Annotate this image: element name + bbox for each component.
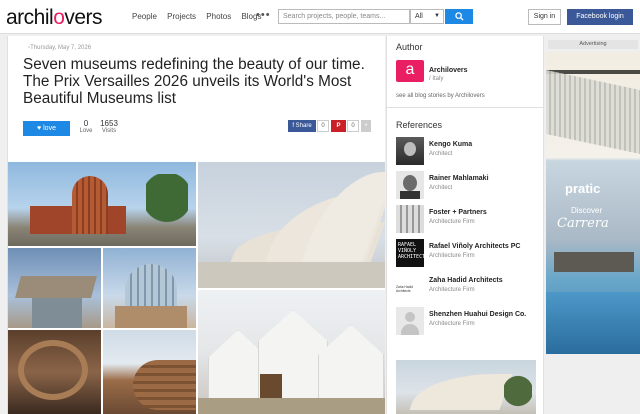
avatar <box>396 137 424 165</box>
avatar: RAFAEL VIÑOLY ARCHITECTS <box>396 239 424 267</box>
main-nav: People Projects Photos Blogs <box>132 12 269 21</box>
ad-discover-text: Discover <box>571 206 603 215</box>
facebook-share-count: 0 <box>317 120 329 132</box>
top-bar: archilovers People Projects Photos Blogs… <box>0 0 640 34</box>
search-icon <box>454 12 464 21</box>
avatar <box>396 307 424 335</box>
divider <box>387 107 543 108</box>
pinterest-icon[interactable]: P <box>331 120 346 132</box>
sidebar: Author a Archilovers / Italy see all blo… <box>386 36 544 414</box>
search-input[interactable]: Search projects, people, teams... <box>278 9 410 24</box>
filter-value: All <box>415 13 423 20</box>
more-menu-icon[interactable]: ••• <box>256 9 271 21</box>
references-heading: References <box>396 120 443 130</box>
photo-museum-sails[interactable] <box>198 162 385 288</box>
avatar: Zaha Hadid Architects <box>396 273 424 301</box>
more-share-icon[interactable]: + <box>361 120 371 132</box>
article-title: Seven museums redefining the beauty of o… <box>23 56 365 107</box>
reference-item[interactable]: Foster + Partners Architecture Firm <box>396 205 541 235</box>
photo-museum-brick-tower[interactable] <box>8 162 196 246</box>
photo-museum-cantilever[interactable] <box>8 248 101 328</box>
love-stat: 0 Love <box>79 119 93 134</box>
avatar <box>396 205 424 233</box>
site-logo[interactable]: archilovers <box>6 6 103 30</box>
photo-museum-dome[interactable] <box>103 248 196 328</box>
nav-people[interactable]: People <box>132 12 157 21</box>
photo-museum-interior[interactable] <box>8 330 101 414</box>
visits-stat: 1653 Visits <box>100 119 118 134</box>
advertising-label: Advertising <box>548 40 638 49</box>
author-heading: Author <box>396 42 423 52</box>
nav-photos[interactable]: Photos <box>206 12 231 21</box>
pinterest-count: 0 <box>347 120 359 132</box>
author-name[interactable]: Archilovers <box>429 67 468 74</box>
sidebar-photo-thumbnail[interactable] <box>396 360 536 414</box>
chevron-down-icon: ▼ <box>434 13 440 19</box>
article-date: ▫Thursday, May 7, 2026 <box>28 45 92 51</box>
ad-brand-logo: pratic <box>565 181 601 196</box>
see-all-link[interactable]: see all blog stories by Archilovers <box>396 93 485 99</box>
reference-item[interactable]: Shenzhen Huahui Design Co. Architecture … <box>396 307 541 337</box>
reference-item[interactable]: Rainer Mahlamaki Architect <box>396 171 541 201</box>
reference-item[interactable]: RAFAEL VIÑOLY ARCHITECTS Rafael Viñoly A… <box>396 239 541 269</box>
love-button[interactable]: ♥ love <box>23 121 70 136</box>
avatar <box>396 171 424 199</box>
photo-museum-white-gables[interactable] <box>198 290 385 414</box>
author-location: / Italy <box>429 76 444 82</box>
photo-museum-curved[interactable] <box>103 330 196 414</box>
nav-projects[interactable]: Projects <box>167 12 196 21</box>
search-filter-select[interactable]: All ▼ <box>410 9 444 24</box>
advertisement-banner[interactable] <box>546 52 640 354</box>
reference-item[interactable]: Zaha Hadid Architects Zaha Hadid Archite… <box>396 273 541 303</box>
reference-item[interactable]: Kengo Kuma Architect <box>396 137 541 167</box>
facebook-share-button[interactable]: f Share <box>288 120 316 132</box>
author-logo[interactable]: a <box>396 60 424 82</box>
search-button[interactable] <box>445 9 473 24</box>
ad-product-name: Carrera <box>557 216 609 231</box>
facebook-login-button[interactable]: Facebook login <box>567 9 633 25</box>
sign-in-button[interactable]: Sign in <box>528 9 561 25</box>
article-panel: ▫Thursday, May 7, 2026 Seven museums red… <box>7 36 385 414</box>
